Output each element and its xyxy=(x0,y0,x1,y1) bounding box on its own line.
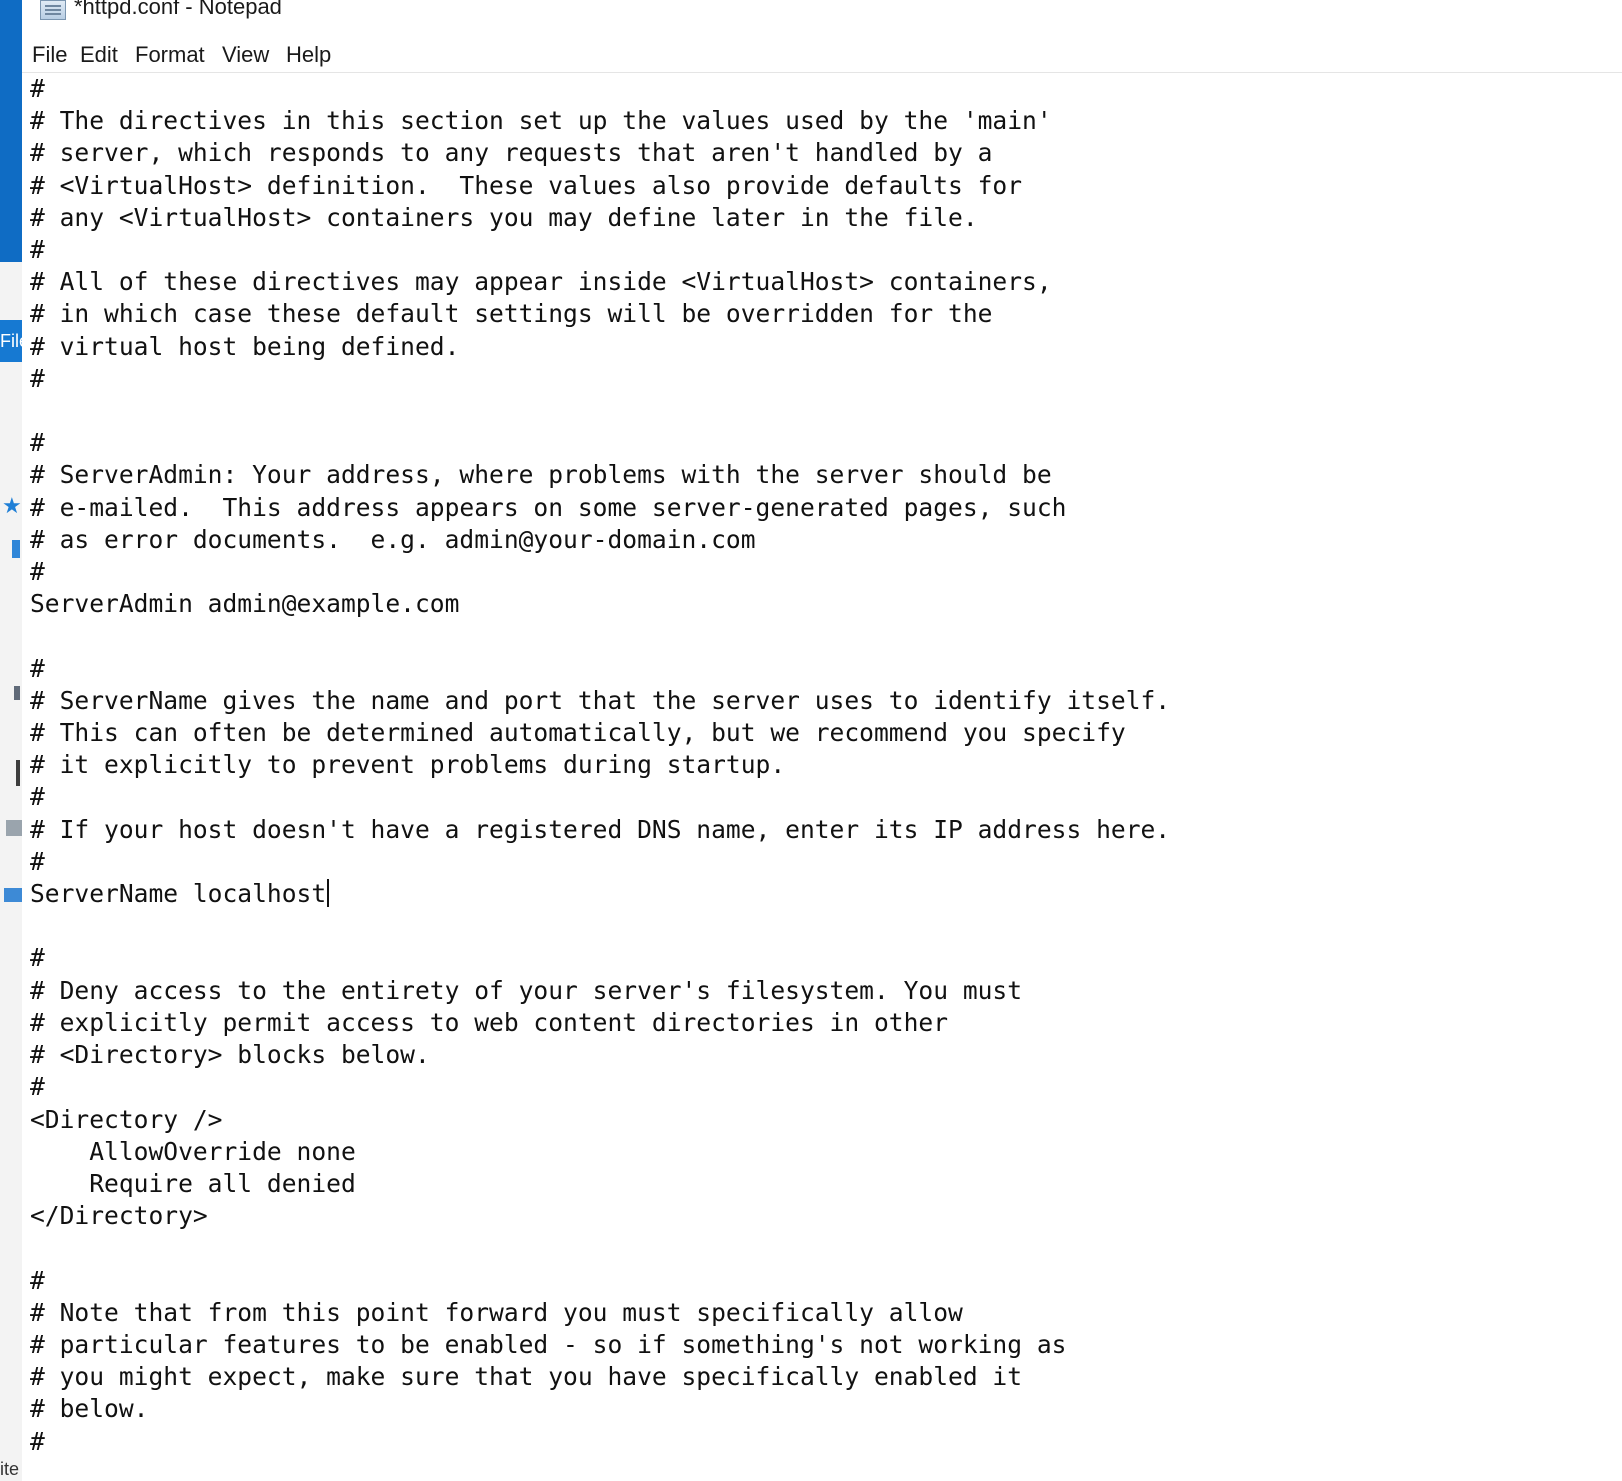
notepad-window: *httpd.conf - Notepad File Edit Format V… xyxy=(22,0,1622,1481)
quick-access-star-icon[interactable]: ★ xyxy=(2,496,22,518)
screen: File ★ ite *httpd.conf - Notepad File Ed… xyxy=(0,0,1622,1481)
network-icon[interactable] xyxy=(4,888,22,902)
desktop-folder-icon[interactable] xyxy=(12,540,20,558)
background-window-accent xyxy=(0,0,22,262)
documents-folder-icon[interactable] xyxy=(14,686,20,700)
background-file-tab[interactable]: File xyxy=(0,320,22,362)
drive-icon[interactable] xyxy=(6,820,22,836)
menu-file[interactable]: File xyxy=(32,38,67,72)
notepad-icon[interactable] xyxy=(40,0,66,20)
title-bar[interactable]: *httpd.conf - Notepad xyxy=(22,0,1622,30)
background-explorer-window[interactable]: File ★ ite xyxy=(0,0,23,1481)
window-title: *httpd.conf - Notepad xyxy=(74,0,282,19)
menu-view[interactable]: View xyxy=(222,38,269,72)
downloads-folder-icon[interactable] xyxy=(16,760,20,786)
menu-format[interactable]: Format xyxy=(135,38,205,72)
menu-help[interactable]: Help xyxy=(286,38,331,72)
text-editor[interactable]: # # The directives in this section set u… xyxy=(22,73,1622,1481)
menu-edit[interactable]: Edit xyxy=(80,38,118,72)
text-caret xyxy=(327,879,330,908)
document-text[interactable]: # # The directives in this section set u… xyxy=(30,73,1170,1458)
menu-bar: File Edit Format View Help xyxy=(22,38,1622,73)
document-text-after-caret: # # Deny access to the entirety of your … xyxy=(30,943,1067,1456)
background-status-text: ite xyxy=(0,1459,20,1479)
document-text-before-caret: # # The directives in this section set u… xyxy=(30,74,1171,909)
